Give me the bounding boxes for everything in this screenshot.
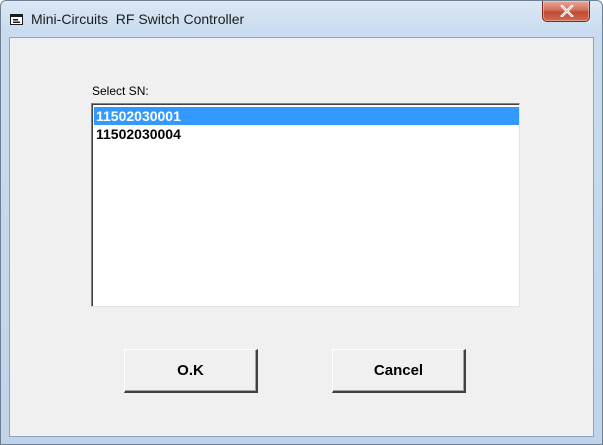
app-window: Mini-Circuits RF Switch Controller Selec… xyxy=(0,0,603,445)
window-title: Mini-Circuits RF Switch Controller xyxy=(31,11,245,27)
close-button[interactable] xyxy=(542,1,590,22)
title-bar[interactable]: Mini-Circuits RF Switch Controller xyxy=(1,1,602,37)
serial-number-listbox[interactable]: 11502030001 11502030004 xyxy=(91,103,520,307)
select-sn-label: Select SN: xyxy=(92,84,149,98)
list-item-selected[interactable]: 11502030001 xyxy=(94,107,519,125)
close-icon xyxy=(560,5,574,17)
app-window-icon xyxy=(10,13,24,25)
list-item[interactable]: 11502030004 xyxy=(94,125,519,143)
cancel-button[interactable]: Cancel xyxy=(332,349,466,393)
ok-button[interactable]: O.K xyxy=(124,349,258,393)
dialog-body: Select SN: 11502030001 11502030004 O.K C… xyxy=(9,37,594,437)
